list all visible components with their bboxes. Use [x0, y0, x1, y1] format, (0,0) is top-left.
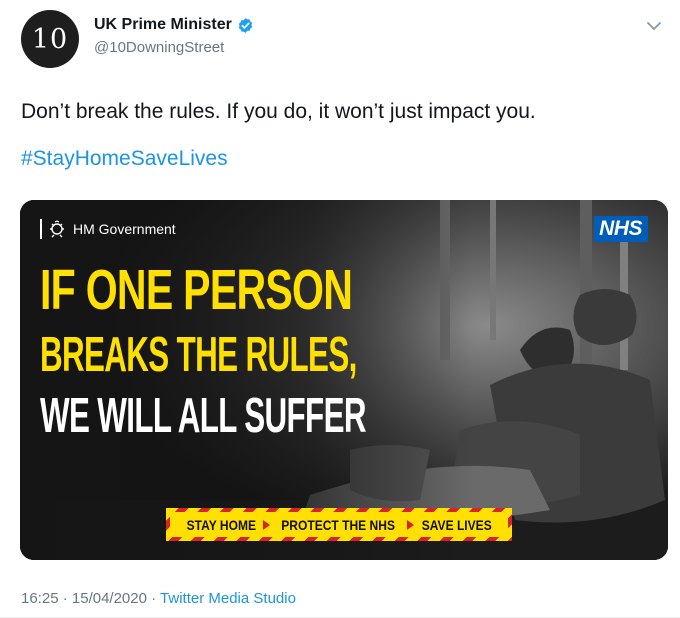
divider-bar [40, 219, 42, 239]
tweet-metadata: 16:25 · 15/04/2020 · Twitter Media Studi… [21, 590, 296, 607]
royal-crest-icon [50, 220, 64, 238]
verified-badge-icon [238, 17, 252, 33]
slogan-protect-nhs: PROTECT THE NHS [281, 516, 396, 533]
hashtag-link[interactable]: #StayHomeSaveLives [21, 147, 228, 171]
meta-separator: · [146, 590, 161, 607]
meta-separator: · [58, 590, 72, 607]
tweet-text: Don’t break the rules. If you do, it won… [21, 100, 536, 123]
tweet-card: 10 UK Prime Minister @10DowningStreet Do… [0, 0, 680, 618]
tweet-time[interactable]: 16:25 [21, 590, 59, 607]
avatar[interactable]: 10 [21, 10, 79, 68]
author-name-row: UK Prime Minister [94, 16, 254, 34]
tweet-media-image[interactable]: HM Government NHS IF ONE PERSON BREAKS T… [20, 200, 668, 560]
display-name[interactable]: UK Prime Minister [94, 16, 232, 34]
slogan-banner: STAY HOME PROTECT THE NHS SAVE LIVES [166, 508, 512, 541]
arrow-right-icon [406, 519, 414, 530]
chevron-down-icon[interactable] [644, 16, 664, 36]
headline-line-2: BREAKS THE RULES, [40, 328, 357, 382]
nhs-logo: NHS [594, 216, 648, 242]
gov-label-text: HM Government [73, 221, 176, 237]
headline-line-1: IF ONE PERSON [40, 258, 353, 322]
slogan-save-lives: SAVE LIVES [421, 516, 492, 533]
hm-government-label: HM Government [40, 219, 176, 239]
avatar-text: 10 [31, 23, 69, 55]
headline-line-3: WE WILL ALL SUFFER [40, 389, 367, 443]
tweet-date[interactable]: 15/04/2020 [72, 590, 147, 607]
tweet-source-link[interactable]: Twitter Media Studio [160, 590, 296, 607]
slogan-banner-text: STAY HOME PROTECT THE NHS SAVE LIVES [170, 512, 508, 537]
arrow-right-icon [263, 519, 271, 530]
account-handle[interactable]: @10DowningStreet [94, 39, 224, 56]
slogan-stay-home: STAY HOME [186, 516, 256, 533]
